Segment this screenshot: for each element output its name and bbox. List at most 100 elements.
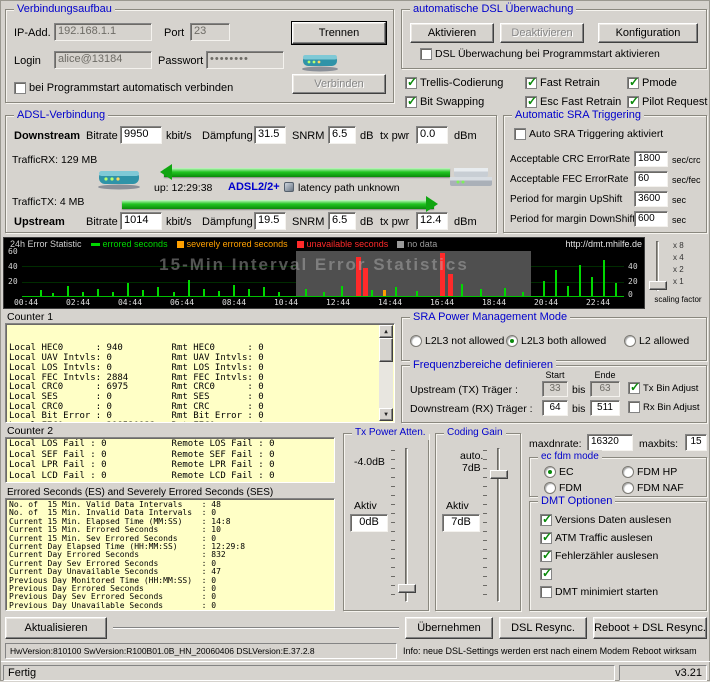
fehlerdiagramm-checkbox[interactable] <box>540 568 555 580</box>
maxdnrate-label: maxdnrate: <box>529 438 582 450</box>
dsl-resync-button[interactable]: DSL Resync. <box>499 617 587 639</box>
login-label: Login <box>14 55 41 67</box>
connection-group: Verbindungsaufbau IP-Add. 192.168.1.1 Po… <box>5 9 394 103</box>
downshift-period-field[interactable]: 600 <box>634 211 668 227</box>
scroll-up-icon[interactable]: ▲ <box>379 325 393 338</box>
esc-fast-retrain-checkbox[interactable]: Esc Fast Retrain <box>525 96 621 108</box>
tx-atten-slider[interactable] <box>396 448 418 602</box>
ytick-right-20: 20 <box>628 277 638 286</box>
radio-l2-allowed[interactable]: L2 allowed <box>624 335 689 347</box>
sra-power-title: SRA Power Management Mode <box>410 310 570 324</box>
pmode-checkbox[interactable]: Pmode <box>627 77 677 89</box>
counter2-listbox[interactable]: Local LOS Fail : 0 Remote LOS Fail : 0 L… <box>5 437 335 483</box>
rx-end-field[interactable]: 511 <box>590 400 620 416</box>
radio-l2l3-not-allowed[interactable]: L2L3 not allowed <box>410 335 504 347</box>
checkbox-box-icon <box>525 96 537 108</box>
footer-divider <box>113 627 399 629</box>
ip-field[interactable]: 192.168.1.1 <box>54 23 152 41</box>
chart-url: http://dmt.mhilfe.de <box>565 239 642 249</box>
radio-circle-icon <box>624 335 636 347</box>
monitoring-startup-checkbox[interactable]: DSL Überwachung bei Programmstart aktivi… <box>420 48 660 60</box>
radio-circle-icon <box>544 466 556 478</box>
tx-bin-adjust-checkbox[interactable]: Tx Bin Adjust <box>628 382 698 394</box>
checkbox-box-icon <box>525 77 537 89</box>
refresh-button[interactable]: Aktualisieren <box>5 617 107 639</box>
maxdnrate-field[interactable]: 16320 <box>587 434 633 451</box>
tx-end-field[interactable]: 63 <box>590 381 620 397</box>
down-txpwr-field[interactable]: 0.0 <box>416 126 448 144</box>
connect-button[interactable]: Verbinden <box>292 74 386 94</box>
checkbox-box-icon <box>540 586 552 598</box>
tx-atten-value-field[interactable]: 0dB <box>350 514 388 532</box>
tx-atten-slider-thumb[interactable] <box>398 584 416 593</box>
tx-atten-aktiv-label: Aktiv <box>354 500 377 512</box>
up-txpwr-field[interactable]: 12.4 <box>416 212 448 230</box>
auto-sra-checkbox[interactable]: Auto SRA Triggering aktiviert <box>514 128 663 140</box>
configuration-button[interactable]: Konfiguration <box>598 23 698 43</box>
reboot-resync-button[interactable]: Reboot + DSL Resync. <box>593 617 707 639</box>
counter1-listbox[interactable]: Local HEC0 : 940 Rmt HEC0 : 0 Local UAV … <box>5 323 395 423</box>
fast-retrain-checkbox[interactable]: Fast Retrain <box>525 77 600 89</box>
radio-circle-icon <box>410 335 422 347</box>
fec-errorrate-label: Acceptable FEC ErrorRate <box>510 174 628 185</box>
scrollbar-thumb[interactable] <box>379 338 393 362</box>
up-bitrate-field[interactable]: 1014 <box>120 212 162 230</box>
radio-fdm-naf[interactable]: FDM NAF <box>622 482 684 494</box>
es-stats-listbox[interactable]: No. of 15 Min. Valid Data Intervals : 48… <box>5 498 335 611</box>
scale-x1-label: x 1 <box>673 277 684 286</box>
activate-button[interactable]: Aktivieren <box>410 23 494 43</box>
modem-device-icon <box>96 162 142 193</box>
tx-atten-title: Tx Power Atten. <box>352 426 429 440</box>
upshift-period-label: Period for margin UpShift <box>510 194 622 205</box>
rx-bin-adjust-checkbox[interactable]: Rx Bin Adjust <box>628 401 700 413</box>
radio-circle-icon <box>622 466 634 478</box>
apply-button[interactable]: Übernehmen <box>405 617 493 639</box>
coding-gain-slider[interactable] <box>488 448 510 602</box>
checkbox-box-icon <box>14 82 26 94</box>
ip-label: IP-Add. <box>14 27 51 39</box>
crc-errorrate-field[interactable]: 1800 <box>634 151 668 167</box>
ses-marker-icon <box>177 241 184 248</box>
dmt-minimiert-checkbox[interactable]: DMT minimiert starten <box>540 586 658 598</box>
bit-swapping-checkbox[interactable]: Bit Swapping <box>405 96 484 108</box>
versions-daten-checkbox[interactable]: Versions Daten auslesen <box>540 514 671 526</box>
down-bitrate-field[interactable]: 9950 <box>120 126 162 144</box>
disconnect-button[interactable]: Trennen <box>292 22 386 44</box>
radio-fdm-hp[interactable]: FDM HP <box>622 466 677 478</box>
scaling-factor-slider[interactable] <box>651 241 665 291</box>
down-daempfung-field[interactable]: 31.5 <box>254 126 286 144</box>
radio-l2l3-both-allowed[interactable]: L2L3 both allowed <box>506 335 606 347</box>
tx-start-field[interactable]: 33 <box>542 381 568 397</box>
coding-gain-slider-thumb[interactable] <box>490 470 508 479</box>
fehlerzaehler-checkbox[interactable]: Fehlerzähler auslesen <box>540 550 658 562</box>
maxbits-field[interactable]: 15 <box>685 434 707 451</box>
down-snrm-field[interactable]: 6.5 <box>328 126 356 144</box>
fec-errorrate-unit: sec/fec <box>672 175 701 185</box>
coding-gain-value-field[interactable]: 7dB <box>442 514 480 532</box>
up-snrm-field[interactable]: 6.5 <box>328 212 356 230</box>
app-version: v3.21 <box>619 665 707 681</box>
radio-ec[interactable]: EC <box>544 466 574 478</box>
trellis-checkbox[interactable]: Trellis-Codierung <box>405 77 503 89</box>
up-daempfung-field[interactable]: 19.5 <box>254 212 286 230</box>
ende-header: Ende <box>588 370 622 380</box>
dmt-options-group: DMT Optionen Versions Daten auslesen ATM… <box>529 501 707 611</box>
counter1-scrollbar[interactable]: ▲ ▼ <box>379 325 393 421</box>
checkbox-box-icon <box>627 77 639 89</box>
scroll-down-icon[interactable]: ▼ <box>379 408 393 421</box>
port-field[interactable]: 23 <box>190 23 230 41</box>
latency-label: latency path unknown <box>298 182 400 194</box>
upshift-period-field[interactable]: 3600 <box>634 191 668 207</box>
rx-start-field[interactable]: 64 <box>542 400 568 416</box>
login-field[interactable]: alice@13184 <box>54 51 152 69</box>
atm-traffic-checkbox[interactable]: ATM Traffic auslesen <box>540 532 653 544</box>
status-bar: Fertig v3.21 <box>1 661 710 682</box>
autoconnect-checkbox[interactable]: bei Programmstart automatisch verbinden <box>14 82 233 94</box>
deactivate-button[interactable]: Deaktivieren <box>500 23 584 43</box>
radio-fdm[interactable]: FDM <box>544 482 582 494</box>
fec-errorrate-field[interactable]: 60 <box>634 171 668 187</box>
tx-traeger-label: Upstream (TX) Träger : <box>410 384 518 396</box>
password-field[interactable]: •••••••• <box>206 51 284 69</box>
scaling-slider-thumb[interactable] <box>649 281 667 290</box>
pilot-request-checkbox[interactable]: Pilot Request <box>627 96 707 108</box>
